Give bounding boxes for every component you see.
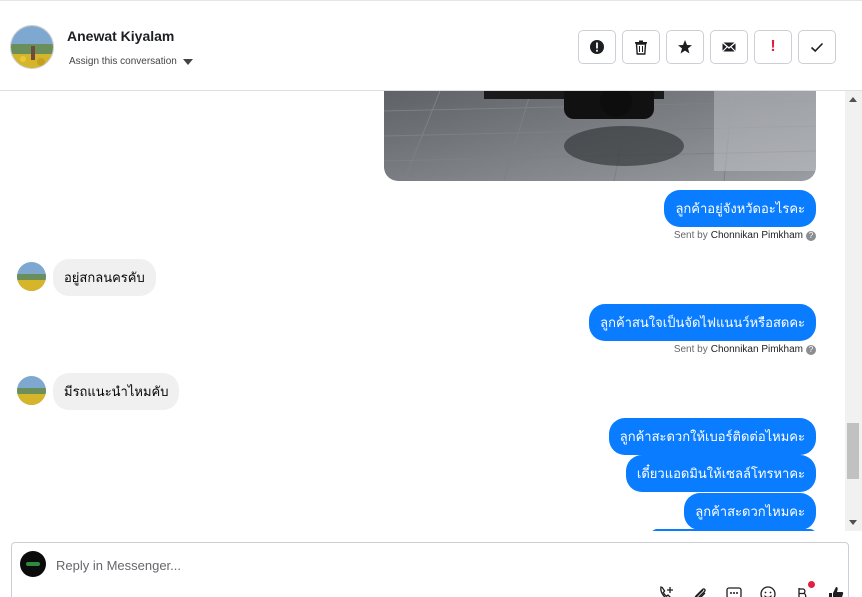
incoming-message[interactable]: มีรถแนะนำไหมคับ (53, 373, 180, 410)
check-icon (810, 42, 824, 53)
contact-avatar-small[interactable] (17, 262, 46, 291)
outgoing-message[interactable]: ลูกค้าสะดวกให้เบอร์ติดต่อไหมคะ (608, 418, 816, 455)
outgoing-message[interactable]: ลูกค้าสนใจเป็นจัดไฟแนนว์หรือสดคะ (589, 304, 816, 341)
contact-avatar[interactable] (10, 25, 54, 69)
assign-label: Assign this conversation (69, 56, 177, 67)
trash-icon (635, 40, 647, 55)
composer-tools (657, 581, 847, 597)
saved-replies-icon[interactable] (725, 585, 745, 597)
contact-name[interactable]: Anewat Kiyalam (67, 28, 174, 44)
contact-avatar-small[interactable] (17, 376, 46, 405)
sent-by-prefix: Sent by (673, 344, 708, 355)
sent-by-author[interactable]: Chonnikan Pimkham (711, 230, 803, 241)
add-contact-icon[interactable] (657, 585, 677, 597)
alert-circle-icon (590, 40, 604, 54)
attachment-icon[interactable] (691, 585, 711, 597)
help-icon[interactable]: ? (806, 344, 816, 355)
exclamation-icon: ! (770, 38, 776, 55)
outgoing-message[interactable]: ลูกค้าอยู่จังหวัดอะไรคะ (664, 190, 816, 227)
caret-down-icon (182, 58, 193, 65)
assign-conversation-dropdown[interactable]: Assign this conversation (69, 56, 193, 67)
message-thread[interactable]: ลูกค้าอยู่จังหวัดอะไรคะ Sent by Chonnika… (0, 91, 845, 531)
payment-icon[interactable] (793, 581, 815, 597)
delete-button[interactable] (622, 30, 660, 64)
star-icon (678, 40, 692, 54)
sent-by-author[interactable]: Chonnikan Pimkham (711, 344, 803, 355)
outgoing-message[interactable]: เดี๋ยวแอดมินให้เซลล์โทรหาคะ (625, 455, 816, 492)
mark-unread-button[interactable] (710, 30, 748, 64)
sent-by-label: Sent by Chonnikan Pimkham ? (674, 344, 816, 355)
mark-done-button[interactable] (798, 30, 836, 64)
scroll-up-arrow-icon[interactable] (849, 97, 857, 102)
notification-dot (808, 581, 815, 588)
conversation-actions: ! (578, 30, 836, 64)
page-avatar (20, 551, 46, 577)
sent-by-prefix: Sent by (673, 230, 708, 241)
conversation-header: Anewat Kiyalam Assign this conversation … (0, 0, 862, 91)
sent-by-label: Sent by Chonnikan Pimkham ? (674, 230, 816, 241)
incoming-message[interactable]: อยู่สกลนครคับ (53, 259, 156, 296)
envelope-icon (722, 42, 736, 52)
scrollbar-thumb[interactable] (847, 423, 859, 479)
like-icon[interactable] (827, 585, 847, 597)
reply-input[interactable] (56, 555, 556, 575)
follow-up-button[interactable] (666, 30, 704, 64)
spam-button[interactable] (578, 30, 616, 64)
help-icon[interactable]: ? (806, 230, 816, 241)
reply-composer (11, 542, 849, 597)
shared-photo[interactable] (384, 91, 816, 181)
scroll-down-arrow-icon[interactable] (849, 520, 857, 525)
outgoing-message-partial (651, 529, 816, 531)
emoji-icon[interactable] (759, 585, 779, 597)
priority-button[interactable]: ! (754, 30, 792, 64)
thread-scrollbar[interactable] (845, 91, 862, 531)
outgoing-message[interactable]: ลูกค้าสะดวกไหมคะ (684, 493, 816, 530)
